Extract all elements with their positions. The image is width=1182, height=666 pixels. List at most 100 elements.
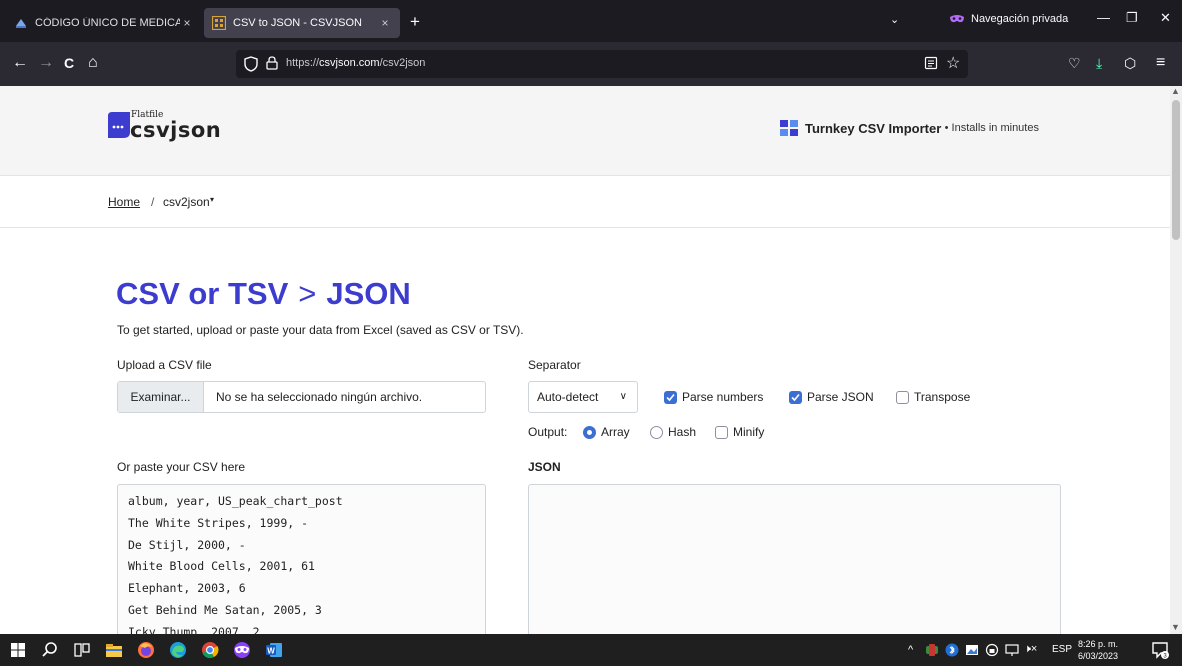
- page-scrollbar[interactable]: ▲ ▼: [1170, 86, 1182, 634]
- csv-line: White Blood Cells, 2001, 61: [128, 559, 315, 574]
- breadcrumb: Home / csv2json ▾: [0, 176, 1170, 228]
- home-button[interactable]: ⌂: [88, 54, 98, 72]
- tab-title: CÓDIGO ÚNICO DE MEDICAME: [35, 17, 180, 29]
- tray-overflow-icon[interactable]: ^: [908, 644, 913, 656]
- edge-icon[interactable]: [168, 640, 188, 660]
- tray-app-icon[interactable]: [925, 643, 939, 657]
- paste-csv-label: Or paste your CSV here: [117, 460, 246, 474]
- firefox-icon[interactable]: [136, 640, 156, 660]
- breadcrumb-home-link[interactable]: Home: [108, 195, 140, 209]
- promo-title: Turnkey CSV Importer: [805, 120, 942, 136]
- security-icon[interactable]: [985, 643, 999, 657]
- chevron-down-icon: ∨: [619, 391, 627, 402]
- upload-label: Upload a CSV file: [117, 358, 212, 372]
- new-tab-button[interactable]: +: [410, 12, 420, 32]
- csv-line: Icky Thump, 2007, 2: [128, 624, 260, 634]
- tray-image-icon[interactable]: [965, 643, 979, 657]
- separator-label: Separator: [528, 358, 581, 372]
- tab-close-icon[interactable]: ×: [378, 16, 392, 30]
- csv-line: Elephant, 2003, 6: [128, 581, 246, 596]
- word-icon[interactable]: W: [264, 640, 284, 660]
- transpose-checkbox[interactable]: Transpose: [896, 390, 970, 404]
- network-icon[interactable]: [1005, 643, 1019, 657]
- site-favicon-icon: [16, 19, 26, 28]
- breadcrumb-separator: /: [151, 195, 155, 209]
- lock-icon[interactable]: [266, 56, 278, 70]
- downloads-icon[interactable]: ⤓: [1096, 54, 1102, 72]
- task-view-icon[interactable]: [72, 640, 92, 660]
- parse-numbers-checkbox[interactable]: Parse numbers: [664, 390, 763, 404]
- title-arrow-icon: >: [298, 276, 317, 311]
- forward-button[interactable]: →: [38, 54, 54, 72]
- csv-line: De Stijl, 2000, -: [128, 537, 246, 552]
- notifications-icon[interactable]: 3: [1150, 640, 1170, 660]
- caret-down-icon[interactable]: ▾: [210, 195, 214, 204]
- output-hash-radio[interactable]: Hash: [650, 425, 696, 439]
- radio-unselected-icon: [650, 425, 663, 439]
- clock[interactable]: 8:26 p. m. 6/03/2023: [1078, 638, 1118, 662]
- language-indicator[interactable]: ESP: [1052, 644, 1072, 655]
- page-viewport: Flatfile csvjson Turnkey CSV Importer • …: [0, 86, 1170, 634]
- csv-line: The White Stripes, 1999, -: [128, 515, 309, 530]
- minify-checkbox[interactable]: Minify: [715, 425, 764, 439]
- separator-select[interactable]: Auto-detect ∨: [528, 381, 638, 413]
- clock-time: 8:26 p. m.: [1078, 639, 1119, 649]
- tab-close-icon[interactable]: ×: [180, 16, 194, 30]
- windows-start-icon[interactable]: [8, 640, 28, 660]
- csv-line: album, year, US_peak_chart_post: [128, 494, 343, 508]
- tab-medicamentos[interactable]: CÓDIGO ÚNICO DE MEDICAME ×: [6, 8, 202, 38]
- output-array-radio[interactable]: Array: [583, 425, 630, 439]
- extensions-icon[interactable]: ⬡: [1124, 54, 1136, 72]
- svg-text:W: W: [267, 647, 275, 656]
- scroll-up-icon[interactable]: ▲: [1171, 86, 1180, 96]
- tab-title: CSV to JSON - CSVJSON: [233, 17, 362, 29]
- csv-input[interactable]: album, year, US_peak_chart_post The White…: [117, 484, 486, 634]
- radio-selected-icon: [583, 425, 596, 439]
- restore-button[interactable]: ❐: [1126, 10, 1138, 26]
- file-input[interactable]: Examinar... No se ha seleccionado ningún…: [117, 381, 486, 413]
- output-label: Output:: [528, 425, 568, 439]
- url-bar[interactable]: https://csvjson.com/csv2json ☆: [236, 50, 968, 78]
- browse-button[interactable]: Examinar...: [118, 382, 204, 412]
- checkbox-checked-icon: [789, 390, 802, 404]
- csvjson-favicon-icon: [212, 16, 226, 30]
- csv-line: Get Behind Me Satan, 2005, 3: [128, 602, 322, 617]
- chrome-icon[interactable]: [200, 640, 220, 660]
- checkbox-unchecked-icon: [715, 425, 728, 439]
- pocket-icon[interactable]: ♡: [1068, 54, 1081, 72]
- checkbox-checked-icon: [664, 390, 677, 404]
- private-browsing-indicator: Navegación privada: [950, 13, 1068, 25]
- app-menu-icon[interactable]: ≡: [1156, 54, 1165, 72]
- private-label: Navegación privada: [971, 13, 1069, 25]
- back-button[interactable]: ←: [12, 54, 28, 72]
- search-icon[interactable]: [40, 640, 60, 660]
- importer-logo-icon: [780, 120, 798, 136]
- reload-button[interactable]: C: [64, 54, 74, 72]
- windows-taskbar: W ^ 🕨× ESP 8:26 p. m. 6/03/2023 3: [0, 634, 1182, 666]
- json-output[interactable]: [528, 484, 1061, 634]
- scrollbar-thumb[interactable]: [1172, 100, 1180, 240]
- tracking-shield-icon[interactable]: [244, 56, 258, 72]
- tab-csvjson[interactable]: CSV to JSON - CSVJSON ×: [204, 8, 400, 38]
- parse-json-checkbox[interactable]: Parse JSON: [789, 390, 874, 404]
- browser-nav-bar: ← → C ⌂ https://csvjson.com/csv2json ☆ ♡…: [0, 42, 1182, 86]
- scroll-down-icon[interactable]: ▼: [1171, 622, 1180, 632]
- tab-list-chevron-icon[interactable]: ⌄: [890, 13, 899, 26]
- minimize-button[interactable]: —: [1097, 10, 1110, 25]
- volume-muted-icon[interactable]: 🕨×: [1024, 643, 1037, 656]
- close-window-button[interactable]: ✕: [1160, 10, 1171, 26]
- flatfile-logo-icon[interactable]: [108, 112, 130, 138]
- url-text[interactable]: https://csvjson.com/csv2json: [286, 57, 425, 69]
- logo-csvjson-text[interactable]: csvjson: [130, 118, 221, 142]
- bookmark-star-icon[interactable]: ☆: [946, 53, 960, 73]
- turnkey-importer-link[interactable]: Turnkey CSV Importer • Installs in minut…: [780, 120, 1039, 136]
- site-header: Flatfile csvjson Turnkey CSV Importer • …: [0, 86, 1170, 176]
- intro-text: To get started, upload or paste your dat…: [117, 323, 524, 337]
- file-explorer-icon[interactable]: [104, 640, 124, 660]
- breadcrumb-current[interactable]: csv2json: [163, 195, 210, 209]
- bluetooth-icon[interactable]: [945, 643, 959, 657]
- page-title: CSV or TSV > JSON: [116, 276, 411, 311]
- firefox-private-icon[interactable]: [232, 640, 252, 660]
- browser-tab-bar: CÓDIGO ÚNICO DE MEDICAME × CSV to JSON -…: [0, 0, 1182, 42]
- reader-view-icon[interactable]: [924, 56, 938, 70]
